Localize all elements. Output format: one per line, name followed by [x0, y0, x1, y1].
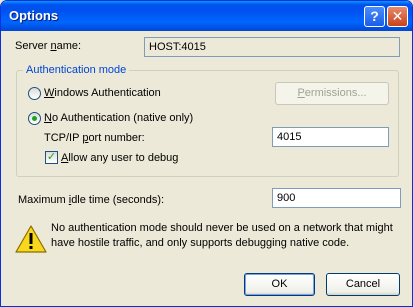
check-mark-icon: ✓ — [46, 151, 57, 163]
title-bar[interactable]: Options ? ✕ — [1, 1, 412, 31]
authentication-mode-caption: Authentication mode — [23, 64, 130, 76]
warning-message: No authentication mode should never be u… — [51, 222, 393, 249]
close-icon: ✕ — [391, 8, 404, 24]
radio-selected-dot — [32, 116, 37, 121]
help-button[interactable]: ? — [364, 6, 385, 27]
server-name-label: Server name: — [15, 40, 82, 52]
window-title: Options — [9, 8, 59, 23]
warning-icon — [15, 225, 47, 253]
no-auth-label[interactable]: No Authentication (native only) — [44, 112, 193, 124]
permissions-button[interactable]: Permissions... — [275, 82, 389, 105]
windows-auth-radio[interactable] — [28, 87, 41, 100]
server-name-field[interactable]: HOST:4015 — [144, 37, 400, 57]
close-button[interactable]: ✕ — [387, 6, 408, 27]
dialog-body: Server name: HOST:4015 Authentication mo… — [4, 31, 409, 303]
port-number-label: TCP/IP port number: — [44, 132, 145, 144]
allow-debug-checkbox[interactable]: ✓ — [45, 151, 58, 164]
allow-debug-label[interactable]: Allow any user to debug — [61, 152, 178, 164]
idle-time-field[interactable]: 900 — [272, 188, 401, 208]
options-dialog: Options ? ✕ Server name: HOST:4015 Authe… — [0, 0, 413, 307]
windows-auth-label[interactable]: Windows Authentication — [44, 87, 161, 99]
cancel-button[interactable]: Cancel — [326, 273, 400, 296]
port-number-field[interactable]: 4015 — [272, 127, 389, 147]
help-icon: ? — [370, 8, 379, 24]
no-auth-radio[interactable] — [28, 112, 41, 125]
idle-time-label: Maximum idle time (seconds): — [18, 194, 165, 206]
ok-button[interactable]: OK — [244, 273, 315, 296]
